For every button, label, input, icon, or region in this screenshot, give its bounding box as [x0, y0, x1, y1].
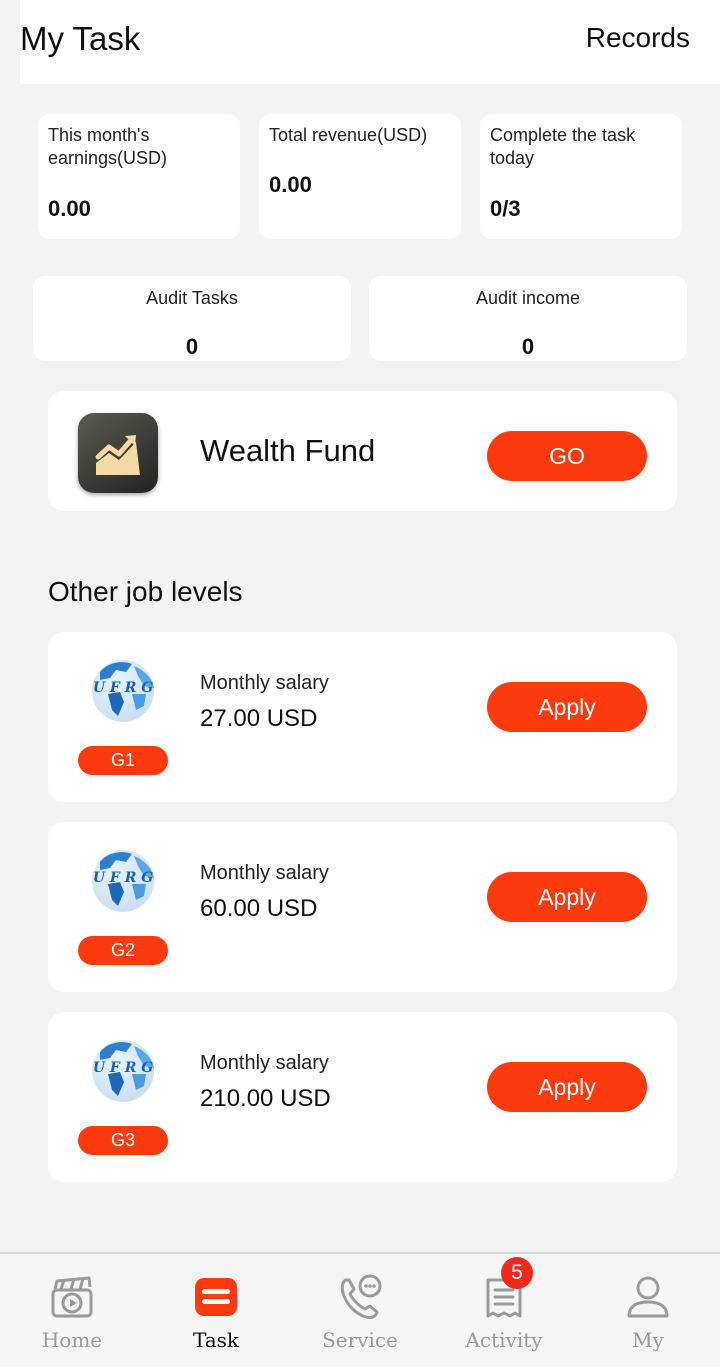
apply-button-g3[interactable]: Apply: [487, 1062, 647, 1112]
salary-value: 60.00 USD: [200, 895, 318, 922]
audit-label: Audit income: [475, 288, 581, 308]
stat-value: 0.00: [48, 196, 91, 221]
audit-tasks-card: Audit Tasks 0: [33, 276, 351, 361]
audit-value: 0: [185, 334, 199, 359]
audit-value: 0: [521, 334, 535, 359]
user-icon: [627, 1276, 669, 1318]
bottom-tab-bar: Home Task Service 5 Activity My: [0, 1252, 720, 1367]
ufrg-globe-logo: U F R G: [92, 660, 154, 722]
salary-label: Monthly salary: [200, 862, 329, 884]
tab-label: Task: [192, 1328, 240, 1352]
stat-card-tasks-today: Complete the task today 0/3: [480, 114, 682, 239]
logo-text: U F R G: [93, 680, 153, 696]
tab-service[interactable]: Service: [288, 1254, 432, 1367]
grade-badge: G2: [78, 936, 168, 965]
salary-label: Monthly salary: [200, 1052, 329, 1074]
tab-label: Activity: [465, 1328, 543, 1352]
clapperboard-icon: [51, 1276, 93, 1318]
tab-label: Service: [322, 1328, 398, 1352]
records-link[interactable]: Records: [586, 22, 690, 54]
ufrg-globe-logo: U F R G: [92, 1040, 154, 1102]
logo-text: U F R G: [93, 1060, 153, 1076]
logo-text: U F R G: [93, 870, 153, 886]
job-level-card-g3: U F R G G3 Monthly salary 210.00 USD App…: [48, 1012, 677, 1182]
wealth-fund-card: Wealth Fund GO: [48, 391, 677, 511]
job-level-card-g1: U F R G G1 Monthly salary 27.00 USD Appl…: [48, 632, 677, 802]
phone-chat-icon: [340, 1274, 382, 1320]
tab-task[interactable]: Task: [144, 1254, 288, 1367]
stat-card-month-earnings: This month's earnings(USD) 0.00: [38, 114, 240, 239]
stat-value: 0/3: [490, 196, 521, 221]
tab-activity[interactable]: 5 Activity: [432, 1254, 576, 1367]
audit-income-card: Audit income 0: [369, 276, 687, 361]
ufrg-globe-logo: U F R G: [92, 850, 154, 912]
apply-button-g1[interactable]: Apply: [487, 682, 647, 732]
apply-button-g2[interactable]: Apply: [487, 872, 647, 922]
tab-home[interactable]: Home: [0, 1254, 144, 1367]
fund-name: Wealth Fund: [200, 433, 376, 468]
salary-value: 210.00 USD: [200, 1085, 331, 1112]
chart-up-icon: [78, 413, 158, 493]
wealth-fund-go-button[interactable]: GO: [487, 431, 647, 481]
salary-value: 27.00 USD: [200, 705, 318, 732]
grade-badge: G3: [78, 1126, 168, 1155]
stat-value: 0.00: [269, 172, 312, 197]
stat-label: Total revenue(USD): [269, 125, 428, 145]
stat-label: Complete the task today: [490, 125, 636, 168]
grade-badge: G1: [78, 746, 168, 775]
task-icon: [195, 1278, 237, 1316]
tab-my[interactable]: My: [576, 1254, 720, 1367]
stat-card-total-revenue: Total revenue(USD) 0.00: [259, 114, 461, 239]
notification-badge: 5: [501, 1257, 533, 1289]
section-title-other-levels: Other job levels: [48, 576, 243, 607]
page-title: My Task: [20, 20, 141, 57]
stat-label: This month's earnings(USD): [48, 125, 168, 168]
audit-label: Audit Tasks: [146, 288, 238, 308]
app-header: My Task Records: [20, 0, 720, 84]
tab-label: Home: [41, 1328, 103, 1352]
salary-label: Monthly salary: [200, 672, 329, 694]
tab-label: My: [632, 1328, 664, 1352]
job-level-card-g2: U F R G G2 Monthly salary 60.00 USD Appl…: [48, 822, 677, 992]
